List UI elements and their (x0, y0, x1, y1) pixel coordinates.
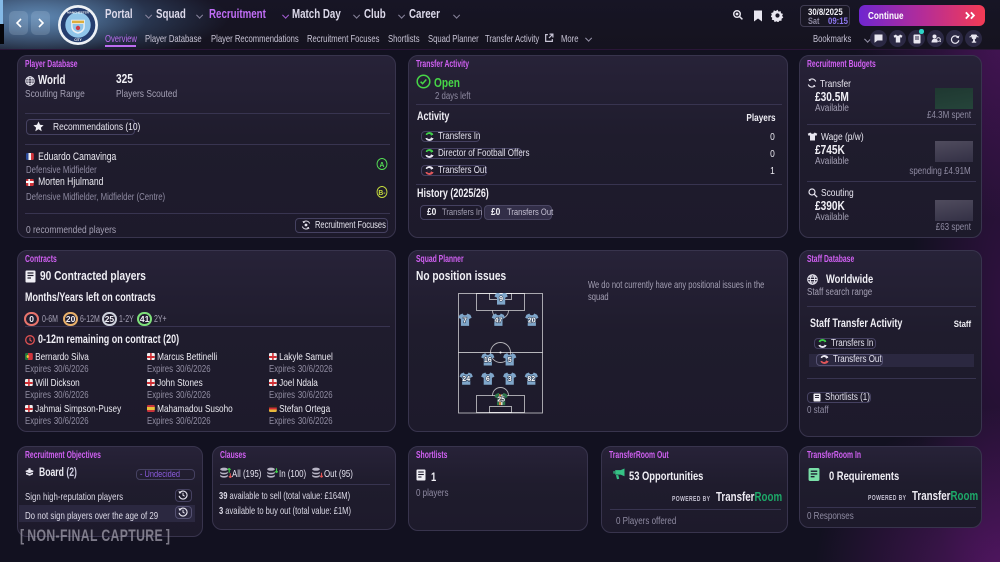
svg-text:82: 82 (527, 376, 535, 383)
svg-text:25: 25 (497, 397, 505, 404)
svg-text:7: 7 (463, 317, 467, 324)
svg-text:6: 6 (486, 376, 490, 383)
svg-text:16: 16 (484, 357, 492, 364)
svg-text:9: 9 (499, 296, 503, 303)
svg-text:24: 24 (462, 376, 470, 383)
svg-text:47: 47 (495, 317, 503, 324)
svg-text:MANCHESTER: MANCHESTER (67, 11, 90, 15)
svg-text:5: 5 (508, 357, 512, 364)
svg-text:20: 20 (528, 317, 536, 324)
svg-text:3: 3 (508, 376, 512, 383)
svg-text:CITY: CITY (74, 38, 82, 42)
